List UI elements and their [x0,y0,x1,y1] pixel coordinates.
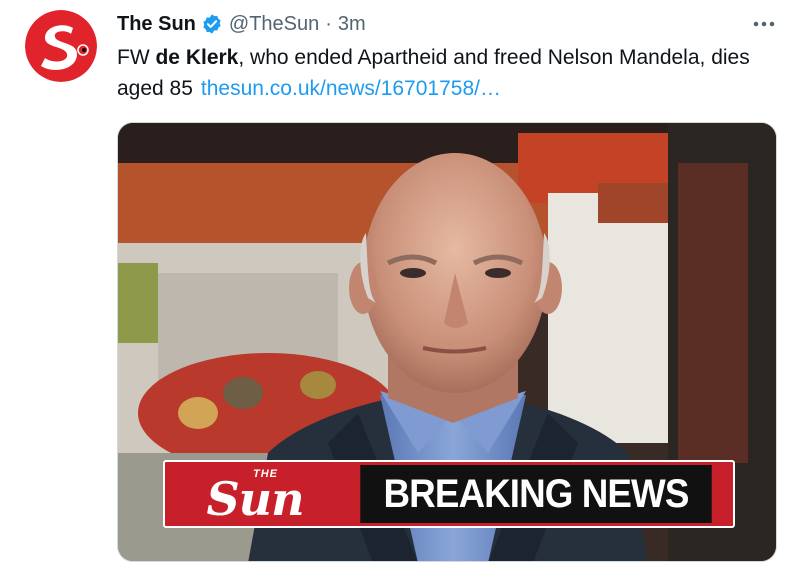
tweet-header: The Sun @TheSun · 3m [117,10,366,38]
separator-dot: · [325,12,332,35]
the-sun-logo-icon [25,10,97,82]
avatar[interactable] [25,10,97,82]
breaking-news-text: BREAKING NEWS [360,465,712,523]
more-icon [753,21,775,27]
text-bold: de Klerk [155,46,239,69]
tweet-text: FW de Klerk, who ended Apartheid and fre… [117,42,777,104]
verified-badge-icon [201,13,223,35]
tweet[interactable]: The Sun @TheSun · 3m FW de Klerk, who en… [0,0,793,573]
user-handle[interactable]: @TheSun [229,13,319,36]
breaking-news-banner: THE Sun BREAKING NEWS [163,460,735,528]
article-link[interactable]: thesun.co.uk/news/16701758/… [201,77,501,100]
tweet-media-image[interactable]: THE Sun BREAKING NEWS [117,122,777,562]
logo-sun: Sun [206,472,304,526]
logo-the: THE [253,468,278,480]
more-button[interactable] [748,10,780,38]
the-sun-banner-logo: THE Sun [165,462,345,526]
display-name[interactable]: The Sun [117,13,196,36]
text-prefix: FW [117,46,156,69]
timestamp[interactable]: 3m [338,13,366,36]
